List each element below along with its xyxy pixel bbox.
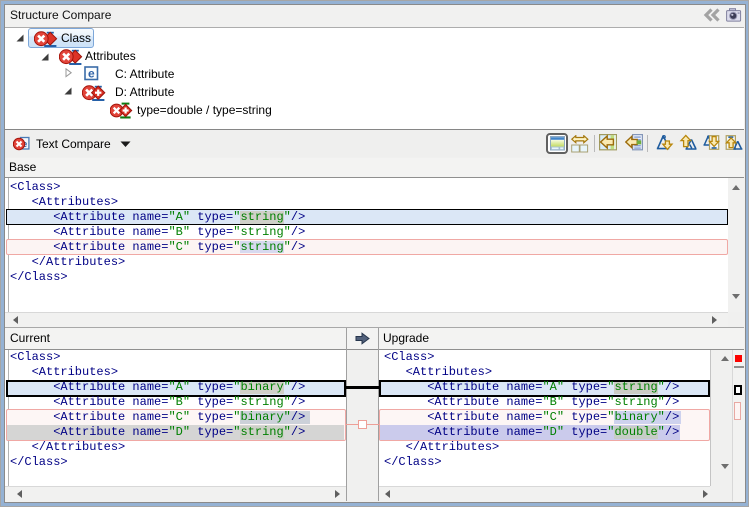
svg-text:e: e	[88, 66, 95, 80]
